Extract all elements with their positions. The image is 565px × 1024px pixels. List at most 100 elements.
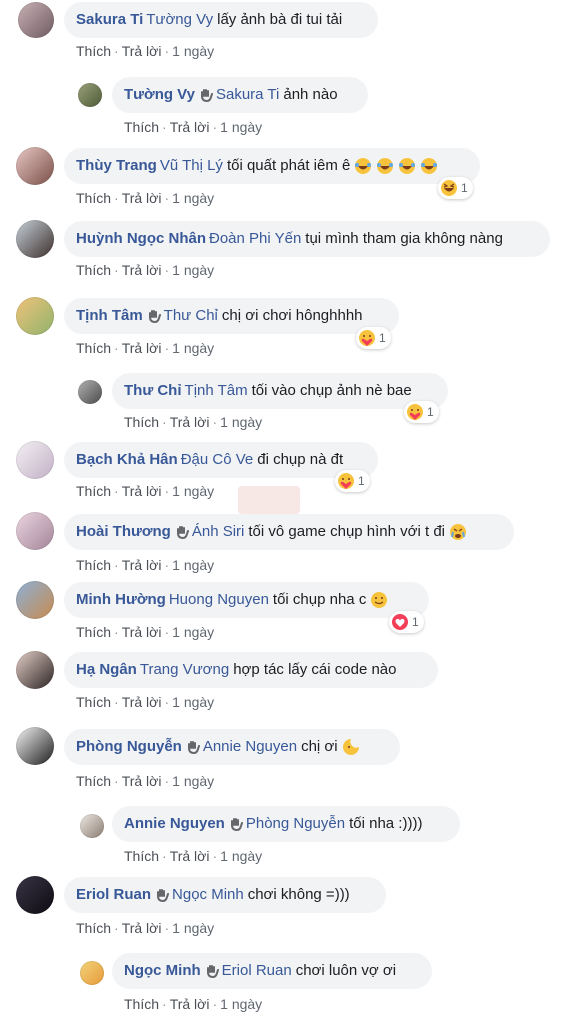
comment-text: tối nha :))))	[349, 815, 423, 832]
reply-link[interactable]: Trả lời	[122, 557, 162, 573]
like-link[interactable]: Thích	[76, 190, 111, 206]
comment-author[interactable]: Hoài Thương	[76, 523, 171, 541]
reply-link[interactable]: Trả lời	[122, 920, 162, 936]
reaction-badge[interactable]: 1	[438, 177, 473, 199]
avatar[interactable]	[16, 220, 54, 258]
mention-tag[interactable]: Tường Vy	[146, 11, 213, 29]
comment-bubble: Ngọc Minh Eriol Ruan chơi luôn vợ ơi	[112, 953, 432, 989]
reply-link[interactable]: Trả lời	[170, 414, 210, 430]
mention-tag[interactable]: Phòng Nguyễn	[246, 815, 345, 833]
comment-time[interactable]: 1 ngày	[172, 43, 214, 59]
comment-author[interactable]: Bạch Khả Hân	[76, 451, 178, 469]
mention-tag[interactable]: Ngọc Minh	[172, 886, 244, 904]
avatar[interactable]	[16, 147, 54, 185]
reply-link[interactable]: Trả lời	[122, 773, 162, 789]
comment-time[interactable]: 1 ngày	[172, 920, 214, 936]
reply-link[interactable]: Trả lời	[122, 262, 162, 278]
comment-author[interactable]: Tịnh Tâm	[76, 307, 143, 325]
like-link[interactable]: Thích	[76, 624, 111, 640]
like-link[interactable]: Thích	[76, 694, 111, 710]
like-link[interactable]: Thích	[76, 340, 111, 356]
mention-tag[interactable]: Đoàn Phi Yến	[209, 230, 301, 248]
comment-time[interactable]: 1 ngày	[220, 119, 262, 135]
avatar[interactable]	[16, 512, 54, 550]
comment-author[interactable]: Sakura Ti	[76, 11, 143, 29]
mention-tag[interactable]: Sakura Ti	[216, 86, 279, 104]
like-link[interactable]: Thích	[76, 262, 111, 278]
mention-tag[interactable]: Ánh Siri	[192, 523, 245, 541]
reply-link[interactable]: Trả lời	[122, 624, 162, 640]
avatar[interactable]	[18, 2, 54, 38]
comment-author[interactable]: Phòng Nguyễn	[76, 738, 182, 756]
reply-link[interactable]: Trả lời	[170, 119, 210, 135]
mention-tag[interactable]: Eriol Ruan	[222, 962, 292, 980]
comment-author[interactable]: Thùy Trang	[76, 157, 157, 175]
like-link[interactable]: Thích	[76, 43, 111, 59]
avatar[interactable]	[78, 380, 102, 404]
reply-link[interactable]: Trả lời	[122, 190, 162, 206]
haha-icon	[441, 180, 457, 196]
comment-bubble: Thùy Trang Vũ Thị Lý tối quất phát iêm ê	[64, 148, 480, 184]
comment-author[interactable]: Tường Vy	[124, 86, 195, 104]
like-link[interactable]: Thích	[124, 848, 159, 864]
like-link[interactable]: Thích	[76, 773, 111, 789]
comment-text: tối vào chụp ảnh nè bae	[251, 382, 412, 399]
avatar[interactable]	[16, 651, 54, 689]
mention-tag[interactable]: Thư Chỉ	[164, 307, 218, 325]
like-link[interactable]: Thích	[124, 996, 159, 1012]
comment-author[interactable]: Thư Chỉ	[124, 382, 182, 400]
reaction-badge[interactable]: 1	[356, 327, 391, 349]
care-icon	[359, 330, 375, 346]
like-link[interactable]: Thích	[124, 119, 159, 135]
comment-text: tối vô game chụp hình với t đi	[248, 523, 446, 540]
avatar[interactable]	[80, 961, 104, 985]
comment-author[interactable]: Ngọc Minh	[124, 962, 201, 980]
reaction-badge[interactable]: 1	[335, 470, 370, 492]
avatar[interactable]	[78, 83, 102, 107]
comment-author[interactable]: Annie Nguyen	[124, 815, 225, 833]
mention-tag[interactable]: Đậu Cô Ve	[181, 451, 254, 469]
comment-author[interactable]: Hạ Ngân	[76, 661, 137, 679]
comment-time[interactable]: 1 ngày	[172, 340, 214, 356]
mention-tag[interactable]: Annie Nguyen	[203, 738, 297, 756]
comment-time[interactable]: 1 ngày	[172, 624, 214, 640]
mention-tag[interactable]: Tịnh Tâm	[185, 382, 248, 400]
avatar[interactable]	[16, 581, 54, 619]
avatar[interactable]	[80, 814, 104, 838]
reply-link[interactable]: Trả lời	[122, 43, 162, 59]
reaction-badge[interactable]: 1	[404, 401, 439, 423]
avatar[interactable]	[16, 727, 54, 765]
comment-actions: Thích · Trả lời · 1 ngày	[76, 773, 215, 789]
like-link[interactable]: Thích	[76, 483, 111, 499]
comment-author[interactable]: Eriol Ruan	[76, 886, 151, 904]
comment-time[interactable]: 1 ngày	[220, 414, 262, 430]
comment-time[interactable]: 1 ngày	[172, 773, 214, 789]
comment-author[interactable]: Minh Hường	[76, 591, 166, 609]
comment-actions: Thích · Trả lời · 1 ngày	[76, 624, 215, 640]
comment-time[interactable]: 1 ngày	[172, 190, 214, 206]
like-link[interactable]: Thích	[124, 414, 159, 430]
comment-author[interactable]: Huỳnh Ngọc Nhân	[76, 230, 206, 248]
mention-tag[interactable]: Trang Vương	[140, 661, 229, 679]
reply-link[interactable]: Trả lời	[122, 694, 162, 710]
comment-time[interactable]: 1 ngày	[172, 557, 214, 573]
reply-link[interactable]: Trả lời	[170, 848, 210, 864]
comment-time[interactable]: 1 ngày	[220, 848, 262, 864]
comment-time[interactable]: 1 ngày	[172, 262, 214, 278]
avatar[interactable]	[16, 441, 54, 479]
mention-tag[interactable]: Huong Nguyen	[169, 591, 269, 609]
reaction-badge[interactable]: 1	[389, 611, 424, 633]
avatar[interactable]	[16, 876, 54, 914]
like-link[interactable]: Thích	[76, 920, 111, 936]
comment-text: hợp tác lấy cái code nào	[233, 661, 397, 678]
reply-link[interactable]: Trả lời	[170, 996, 210, 1012]
avatar[interactable]	[16, 297, 54, 335]
comment-time[interactable]: 1 ngày	[220, 996, 262, 1012]
mention-tag[interactable]: Vũ Thị Lý	[160, 157, 223, 175]
comment-time[interactable]: 1 ngày	[172, 483, 214, 499]
like-link[interactable]: Thích	[76, 557, 111, 573]
reply-link[interactable]: Trả lời	[122, 340, 162, 356]
comment-text: chơi luôn vợ ơi	[295, 962, 397, 979]
comment-time[interactable]: 1 ngày	[172, 694, 214, 710]
reply-link[interactable]: Trả lời	[122, 483, 162, 499]
